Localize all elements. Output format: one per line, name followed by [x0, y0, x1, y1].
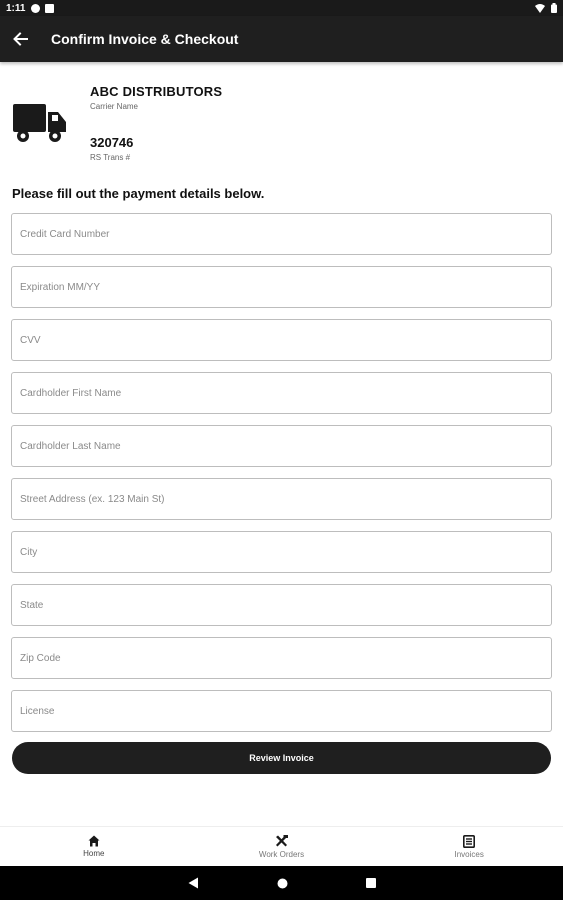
zip-code-field[interactable] [11, 637, 552, 679]
city-input[interactable] [20, 546, 551, 558]
form-instructions: Please fill out the payment details belo… [12, 186, 265, 201]
carrier-info: ABC DISTRIBUTORS Carrier Name 320746 RS … [0, 80, 563, 170]
expiration-field[interactable] [11, 266, 552, 308]
status-right-icons [535, 3, 557, 13]
nav-item-work-orders[interactable]: Work Orders [188, 827, 376, 866]
street-address-input[interactable] [20, 493, 551, 505]
notification-icon [31, 3, 41, 13]
state-input[interactable] [20, 599, 551, 611]
battery-icon [551, 3, 557, 13]
nav-item-invoices[interactable]: Invoices [375, 827, 563, 866]
payment-form [11, 213, 552, 743]
tools-icon [276, 835, 288, 847]
carrier-name: ABC DISTRIBUTORS [90, 84, 223, 99]
status-time: 1:11 [6, 2, 26, 14]
expiration-input[interactable] [20, 281, 551, 293]
cvv-input[interactable] [20, 334, 551, 346]
system-recents-icon[interactable] [365, 878, 376, 888]
nav-label-home: Home [83, 849, 105, 858]
system-back-icon[interactable] [188, 877, 199, 889]
last-name-field[interactable] [11, 425, 552, 467]
license-input[interactable] [20, 705, 551, 717]
app-bar: Confirm Invoice & Checkout [0, 16, 563, 62]
invoice-icon [463, 835, 476, 848]
back-button[interactable] [0, 16, 40, 62]
first-name-field[interactable] [11, 372, 552, 414]
trans-number: 320746 [90, 135, 134, 150]
home-icon [88, 835, 100, 847]
nav-label-work-orders: Work Orders [258, 850, 305, 859]
review-invoice-button[interactable]: Review Invoice [12, 742, 551, 774]
status-bar: 1:11 [0, 0, 563, 16]
street-address-field[interactable] [11, 478, 552, 520]
arrow-left-icon [13, 32, 28, 46]
wifi-icon [535, 3, 545, 13]
trans-number-label: RS Trans # [90, 153, 131, 162]
bottom-nav: Home Work Orders Invoices [0, 826, 563, 866]
cvv-field[interactable] [11, 319, 552, 361]
zip-code-input[interactable] [20, 652, 551, 664]
carrier-name-label: Carrier Name [90, 102, 139, 111]
nav-label-invoices: Invoices [454, 850, 484, 859]
last-name-input[interactable] [20, 440, 551, 452]
system-home-icon[interactable] [277, 878, 288, 889]
system-nav-bar [0, 866, 563, 900]
credit-card-number-field[interactable] [11, 213, 552, 255]
city-field[interactable] [11, 531, 552, 573]
license-field[interactable] [11, 690, 552, 732]
state-field[interactable] [11, 584, 552, 626]
truck-icon [13, 104, 66, 142]
first-name-input[interactable] [20, 387, 551, 399]
sim-icon [45, 3, 55, 13]
nav-item-home[interactable]: Home [0, 827, 188, 866]
credit-card-number-input[interactable] [20, 228, 551, 240]
page-title: Confirm Invoice & Checkout [51, 31, 239, 47]
